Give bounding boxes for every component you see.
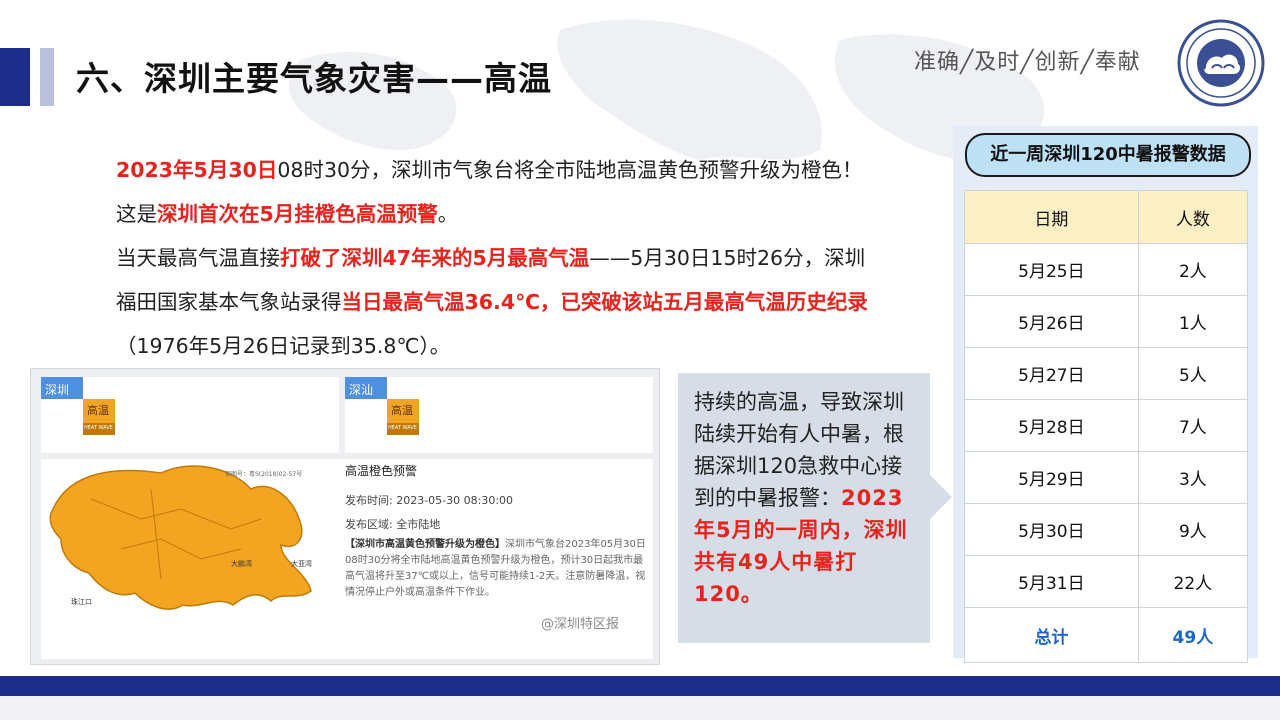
table-row: 5月25日 2人: [964, 243, 1249, 296]
warning-screenshot: 深圳 深汕 高温 高温 HEAT WAVE HEAT WAVE 审图号：粤S(2…: [30, 368, 660, 665]
row-date: 5月28日: [964, 399, 1139, 452]
place-label-daya: 大亚湾: [291, 560, 312, 568]
para-end-1: 。: [437, 202, 459, 226]
row-count: 3人: [1137, 451, 1249, 504]
release-time: 发布时间: 2023-05-30 08:30:00: [345, 494, 514, 507]
table-row: 5月27日 5人: [964, 347, 1249, 400]
table-row: 5月29日 3人: [964, 451, 1249, 504]
region-tab-shenshan: 深汕: [349, 383, 374, 397]
table-row: 5月28日 7人: [964, 399, 1249, 452]
place-label-dapeng: 大鹏湾: [231, 560, 252, 568]
record-highlight: 打破了深圳47年来的5月最高气温: [280, 246, 590, 270]
row-count: 1人: [1137, 295, 1249, 348]
header-count: 人数: [1137, 190, 1249, 244]
warning-title: 高温橙色预警: [345, 464, 418, 478]
table-row: 5月31日 22人: [964, 555, 1249, 608]
slogan: 准确╱及时╱创新╱奉献: [914, 50, 1141, 75]
place-label-pearl: 珠江口: [71, 598, 92, 606]
row-count: 2人: [1137, 243, 1249, 296]
region-tab-shenzhen: 深圳: [45, 383, 70, 397]
para-text-2: 当天最高气温直接: [116, 246, 280, 270]
sign-en-label: HEAT WAVE: [84, 425, 113, 431]
meteorological-logo-icon: [1177, 19, 1265, 107]
row-count: 7人: [1137, 399, 1249, 452]
footer-bar: [0, 676, 1280, 696]
callout-arrow: [930, 475, 952, 519]
release-area: 发布区域: 全市陆地: [345, 518, 441, 531]
total-count: 49人: [1137, 607, 1249, 663]
row-count: 5人: [1137, 347, 1249, 400]
sign-top-label: 高温: [87, 404, 109, 417]
row-date: 5月27日: [964, 347, 1139, 400]
sign-en-label-2: HEAT WAVE: [388, 425, 417, 431]
date-highlight: 2023年5月30日: [116, 158, 278, 182]
row-date: 5月30日: [964, 503, 1139, 556]
table-header-row: 日期 人数: [964, 190, 1249, 244]
callout-text: 持续的高温，导致深圳陆续开始有人中暑，根据深圳120急救中心接到的中暑报警：20…: [694, 386, 918, 610]
watermark: @深圳特区报: [541, 617, 620, 632]
row-count: 9人: [1137, 503, 1249, 556]
intro-paragraph: 2023年5月30日08时30分，深圳市气象台将全市陆地高温黄色预警升级为橙色！…: [116, 148, 876, 368]
header-date: 日期: [964, 190, 1139, 244]
row-date: 5月31日: [964, 555, 1139, 608]
header-accent-bar: [0, 48, 30, 106]
temperature-highlight: 当日最高气温36.4℃，已突破该站五月最高气温历史纪录: [341, 290, 868, 314]
sign-top-label-2: 高温: [391, 404, 413, 417]
row-date: 5月25日: [964, 243, 1139, 296]
total-label: 总计: [964, 607, 1139, 663]
footer-strip: [0, 696, 1280, 720]
warning-body: 【深圳市高温黄色预警升级为橙色】深圳市气象台2023年05月30日08时30分将…: [345, 537, 651, 601]
row-date: 5月26日: [964, 295, 1139, 348]
para-end-2: （1976年5月26日记录到35.8℃）。: [116, 334, 451, 358]
table-row: 5月26日 1人: [964, 295, 1249, 348]
table-total-row: 总计 49人: [964, 607, 1249, 663]
header-accent-bar-light: [40, 48, 54, 106]
row-count: 22人: [1137, 555, 1249, 608]
row-date: 5月29日: [964, 451, 1139, 504]
table-row: 5月30日 9人: [964, 503, 1249, 556]
first-orange-highlight: 深圳首次在5月挂橙色高温预警: [157, 202, 438, 226]
map-code: 审图号：粤S(2018)02-57号: [225, 471, 303, 478]
heatstroke-table: 日期 人数 5月25日 2人 5月26日 1人 5月27日 5人 5月28日 7人 5月…: [964, 190, 1249, 663]
warning-body-bold: 【深圳市高温黄色预警升级为橙色】: [345, 539, 505, 550]
page-title: 六、深圳主要气象灾害——高温: [76, 59, 552, 98]
table-caption: 近一周深圳120中暑报警数据: [965, 133, 1251, 177]
